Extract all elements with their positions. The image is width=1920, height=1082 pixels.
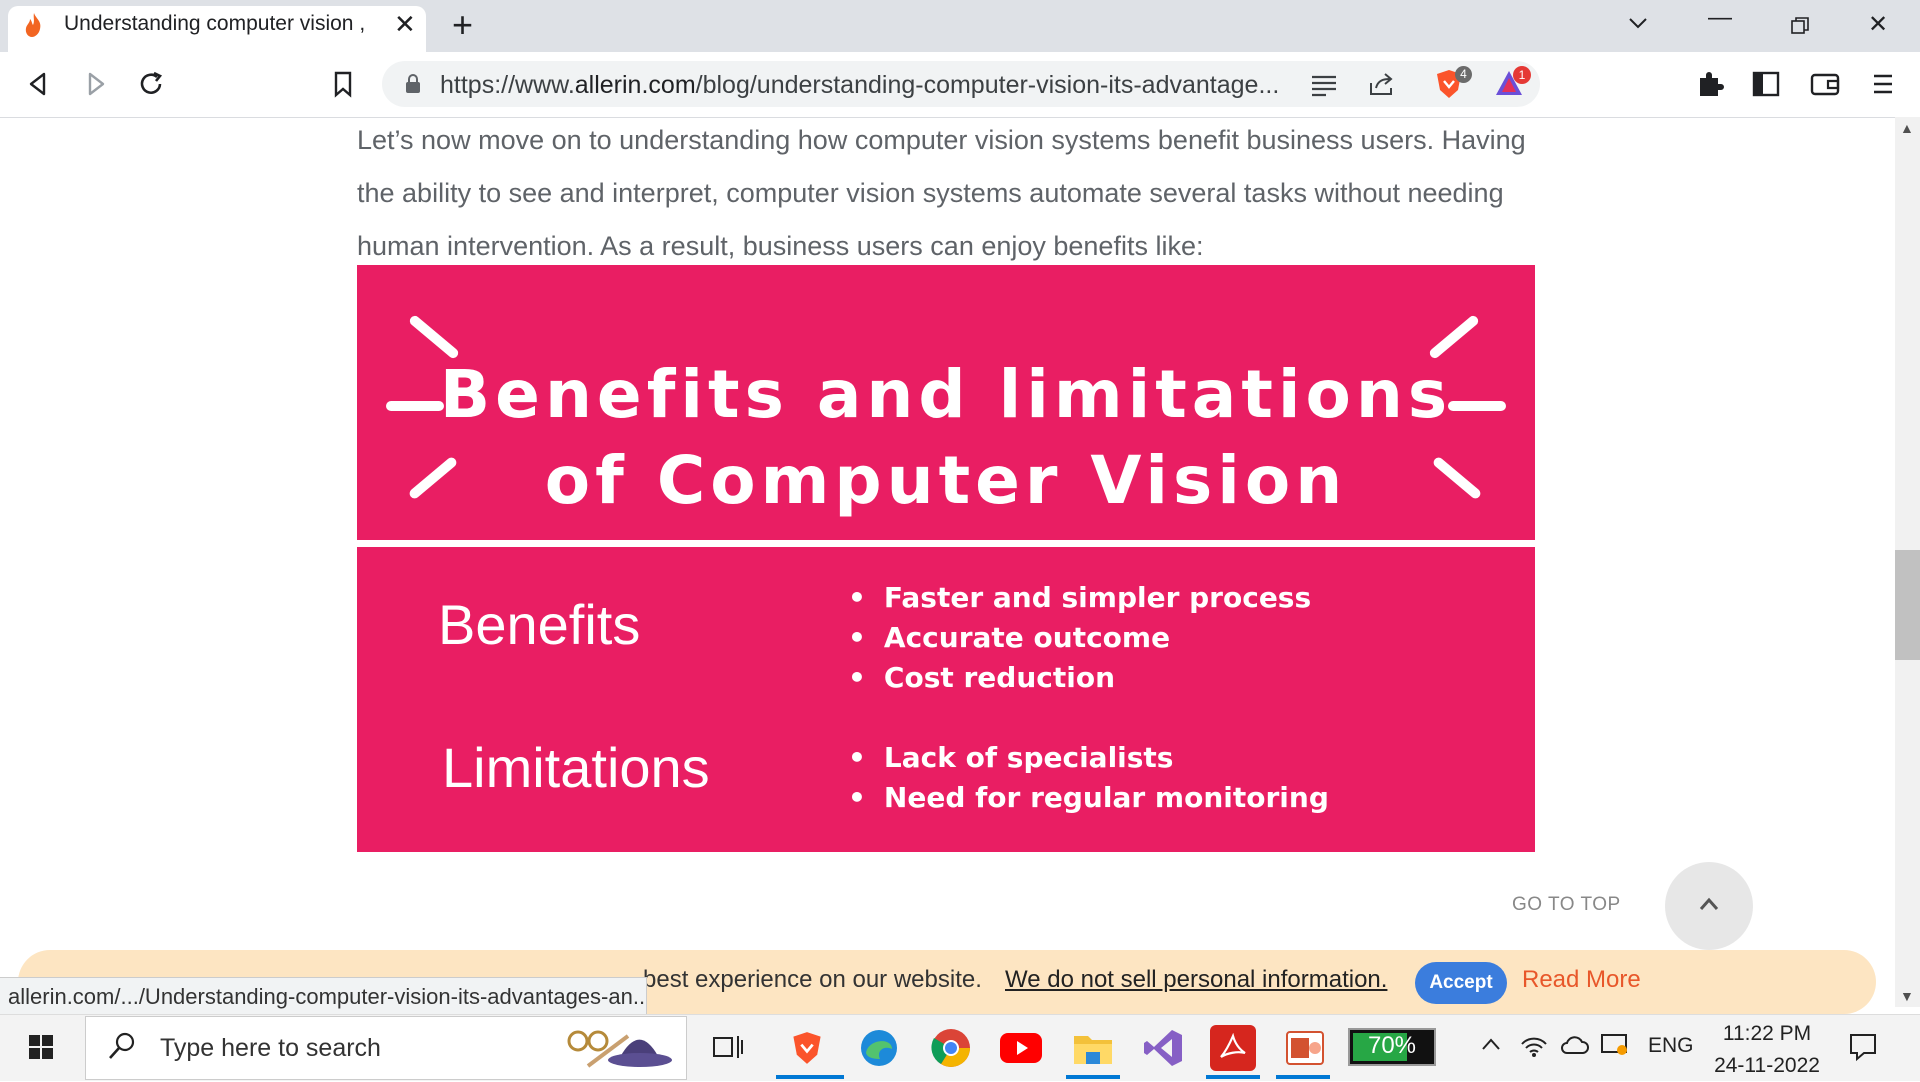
reload-icon[interactable]	[137, 70, 165, 98]
chevron-up-icon[interactable]	[1698, 896, 1720, 912]
open-app-indicator	[1276, 1075, 1330, 1079]
rewards-count-badge: 1	[1513, 66, 1531, 84]
benefits-list: Faster and simpler process Accurate outc…	[848, 578, 1311, 698]
clock-time: 11:22 PM	[1722, 1022, 1812, 1045]
close-window-icon[interactable]: ✕	[1868, 10, 1888, 39]
language-indicator[interactable]: ENG	[1648, 1034, 1694, 1058]
url-host: allerin.com	[574, 71, 696, 99]
new-tab-plus-icon[interactable]: +	[452, 4, 473, 46]
forward-icon[interactable]	[84, 71, 108, 97]
accept-button[interactable]: Accept	[1415, 962, 1507, 1004]
scrollbar-thumb[interactable]	[1895, 550, 1920, 660]
clock-date: 24-11-2022	[1714, 1054, 1820, 1077]
banner-title-line1: Benefits and limitations	[439, 356, 1453, 433]
minimize-icon[interactable]: —	[1708, 4, 1732, 32]
chrome-taskbar-icon[interactable]	[928, 1025, 974, 1071]
tab-search-chevron-icon[interactable]	[1628, 16, 1648, 30]
search-placeholder: Type here to search	[160, 1034, 381, 1062]
wallet-icon[interactable]	[1810, 72, 1840, 96]
notification-center-icon[interactable]	[1848, 1032, 1878, 1062]
bookmark-icon[interactable]	[333, 70, 353, 98]
scroll-up-arrow-icon[interactable]: ▲	[1900, 120, 1914, 136]
decor-dash	[1448, 401, 1506, 411]
youtube-taskbar-icon[interactable]	[998, 1025, 1044, 1071]
share-icon[interactable]	[1368, 71, 1396, 97]
banner-divider	[357, 540, 1535, 547]
search-icon	[109, 1032, 135, 1059]
go-to-top-label[interactable]: GO TO TOP	[1512, 894, 1621, 916]
battery-percent: 70%	[1367, 1032, 1417, 1059]
limitation-item: Need for regular monitoring	[848, 778, 1329, 818]
acrobat-taskbar-icon[interactable]	[1210, 1025, 1256, 1071]
read-more-link[interactable]: Read More	[1522, 966, 1641, 994]
url-prefix: https://www.	[440, 71, 575, 99]
active-app-indicator	[776, 1075, 844, 1079]
wifi-icon[interactable]	[1520, 1032, 1548, 1058]
powerpoint-taskbar-icon[interactable]	[1282, 1025, 1328, 1071]
open-app-indicator	[1066, 1075, 1120, 1079]
system-clock[interactable]: 11:22 PM 24-11-2022	[1702, 1018, 1832, 1082]
benefits-heading: Benefits	[438, 593, 641, 656]
site-favicon-icon	[25, 13, 41, 37]
edge-taskbar-icon[interactable]	[856, 1025, 902, 1071]
reader-mode-icon[interactable]	[1310, 73, 1338, 97]
network-monitor-icon[interactable]	[1600, 1032, 1630, 1058]
limitation-item: Lack of specialists	[848, 738, 1329, 778]
onedrive-cloud-icon[interactable]	[1560, 1034, 1590, 1056]
shield-count-badge: 4	[1455, 66, 1472, 83]
lock-icon[interactable]	[404, 74, 422, 94]
scroll-down-arrow-icon[interactable]: ▼	[1900, 988, 1914, 1004]
chevron-up-tray-icon[interactable]	[1480, 1036, 1502, 1052]
benefit-item: Accurate outcome	[848, 618, 1311, 658]
search-highlight-illustration-icon	[567, 1030, 672, 1068]
menu-icon[interactable]	[1872, 72, 1894, 96]
windows-start-icon[interactable]	[28, 1034, 54, 1060]
open-app-indicator	[1206, 1075, 1260, 1079]
visual-studio-taskbar-icon[interactable]	[1140, 1025, 1186, 1071]
extensions-icon[interactable]	[1696, 70, 1724, 98]
url-path: /blog/understanding-computer-vision-its-…	[695, 71, 1280, 99]
url-text[interactable]: https://www.allerin.com/blog/understandi…	[440, 71, 1290, 100]
benefit-item: Cost reduction	[848, 658, 1311, 698]
status-bar-url: allerin.com/.../Understanding-computer-v…	[0, 977, 647, 1016]
banner-title-line2: of Computer Vision	[544, 442, 1348, 519]
limitations-heading: Limitations	[442, 736, 710, 799]
benefit-item: Faster and simpler process	[848, 578, 1311, 618]
tab-title: Understanding computer vision ,	[64, 12, 366, 35]
battery-meter-widget[interactable]: 70%	[1348, 1028, 1436, 1066]
cookie-text: best experience on our website.	[643, 966, 982, 993]
limitations-list: Lack of specialists Need for regular mon…	[848, 738, 1329, 818]
decor-dash	[386, 401, 444, 411]
banner-title: Benefits and limitations of Computer Vis…	[357, 352, 1535, 524]
file-explorer-taskbar-icon[interactable]	[1070, 1025, 1116, 1071]
back-icon[interactable]	[26, 71, 50, 97]
article-paragraph: Let’s now move on to understanding how c…	[357, 125, 1526, 261]
sidebar-icon[interactable]	[1752, 71, 1780, 97]
tab-close-icon[interactable]: ✕	[394, 9, 416, 40]
brave-taskbar-icon[interactable]	[784, 1025, 830, 1071]
task-view-icon[interactable]	[712, 1032, 744, 1062]
do-not-sell-link[interactable]: We do not sell personal information.	[1005, 966, 1387, 994]
restore-icon[interactable]	[1790, 16, 1810, 36]
